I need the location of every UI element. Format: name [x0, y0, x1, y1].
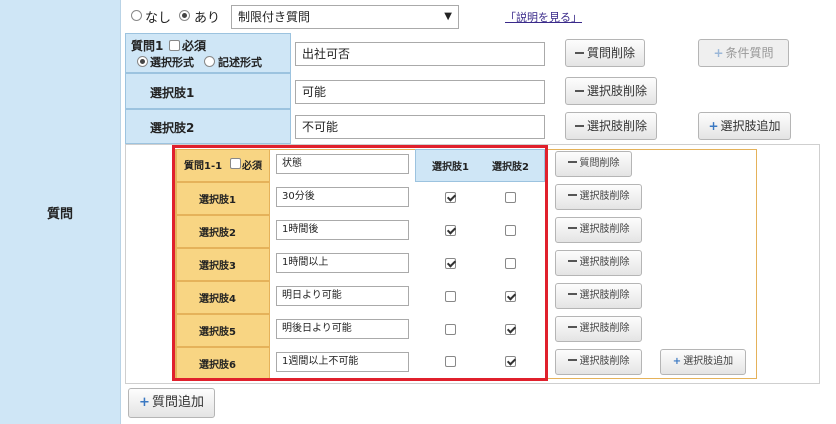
minus-icon	[567, 227, 577, 229]
choice2-delete-button[interactable]: 選択肢削除	[565, 112, 657, 140]
sub-question-delete-button[interactable]: 質問削除	[555, 151, 632, 177]
format-text-label: 記述形式	[218, 56, 262, 69]
sub-choice-add-button[interactable]: + 選択肢追加	[660, 349, 746, 375]
plus-icon: +	[672, 356, 682, 367]
sub-choice-add-label: 選択肢追加	[683, 356, 734, 367]
plus-icon: +	[139, 395, 150, 410]
question1-required-checkbox[interactable]	[169, 40, 180, 51]
choice2-delete-label: 選択肢削除	[586, 119, 647, 133]
minus-icon	[567, 326, 577, 328]
choice1-input[interactable]: 可能	[295, 80, 545, 104]
minus-icon	[567, 260, 577, 262]
minus-icon	[574, 51, 584, 54]
question1-input[interactable]: 出社可否	[295, 42, 545, 66]
plus-icon: +	[708, 119, 719, 133]
conditional-question-label: 条件質問	[725, 46, 774, 60]
sub-choice-delete-label: 選択肢削除	[579, 191, 630, 202]
plus-icon: +	[713, 46, 724, 60]
question1-required-label: 必須	[182, 39, 207, 53]
select-value: 制限付き質問	[238, 10, 311, 24]
choice2-input[interactable]: 不可能	[295, 115, 545, 139]
sidebar-label: 質問	[46, 207, 73, 222]
sub-choice-delete-label: 選択肢削除	[579, 257, 630, 268]
minus-icon	[567, 359, 577, 361]
choice-add-label: 選択肢追加	[720, 119, 781, 133]
sub-choice-delete-button[interactable]: 選択肢削除	[555, 316, 642, 342]
sub-question-delete-label: 質問削除	[579, 158, 620, 169]
sub-choice-delete-label: 選択肢削除	[579, 323, 630, 334]
question1-delete-label: 質問削除	[586, 46, 635, 60]
highlight-frame	[172, 145, 548, 381]
choice1-delete-label: 選択肢削除	[586, 84, 647, 98]
sub-choice-delete-button[interactable]: 選択肢削除	[555, 283, 642, 309]
question1-title: 質問1	[131, 39, 164, 53]
minus-icon	[574, 89, 584, 92]
chevron-down-icon: ▼	[444, 11, 452, 22]
sub-choice-delete-label: 選択肢削除	[579, 356, 630, 367]
question-type-select[interactable]: 制限付き質問 ▼	[231, 5, 459, 29]
choice1-delete-button[interactable]: 選択肢削除	[565, 77, 657, 105]
add-question-button[interactable]: + 質問追加	[128, 388, 215, 418]
help-link[interactable]: 「説明を見る」	[505, 9, 582, 25]
choice2-label: 選択肢2	[150, 121, 195, 135]
sub-choice-delete-button[interactable]: 選択肢削除	[555, 184, 642, 210]
question1-delete-button[interactable]: 質問削除	[565, 39, 645, 67]
choice1-label: 選択肢1	[150, 86, 195, 100]
sub-choice-delete-button[interactable]: 選択肢削除	[555, 349, 642, 375]
sub-choice-delete-button[interactable]: 選択肢削除	[555, 217, 642, 243]
sub-choice-delete-button[interactable]: 選択肢削除	[555, 250, 642, 276]
radio-yes[interactable]	[179, 10, 190, 21]
minus-icon	[567, 161, 577, 163]
format-choice-label: 選択形式	[150, 56, 194, 69]
minus-icon	[574, 124, 584, 127]
format-choice-radio[interactable]	[137, 56, 148, 67]
choice-add-button[interactable]: + 選択肢追加	[698, 112, 791, 140]
sidebar-label-cell: 質問	[0, 0, 121, 424]
sub-choice-delete-label: 選択肢削除	[579, 290, 630, 301]
radio-none[interactable]	[131, 10, 142, 21]
minus-icon	[567, 194, 577, 196]
minus-icon	[567, 293, 577, 295]
radio-yes-label: あり	[194, 11, 221, 26]
radio-none-label: なし	[145, 11, 172, 26]
add-question-label: 質問追加	[151, 395, 204, 410]
conditional-question-button[interactable]: + 条件質問	[698, 39, 789, 67]
format-text-radio[interactable]	[204, 56, 215, 67]
sub-choice-delete-label: 選択肢削除	[579, 224, 630, 235]
